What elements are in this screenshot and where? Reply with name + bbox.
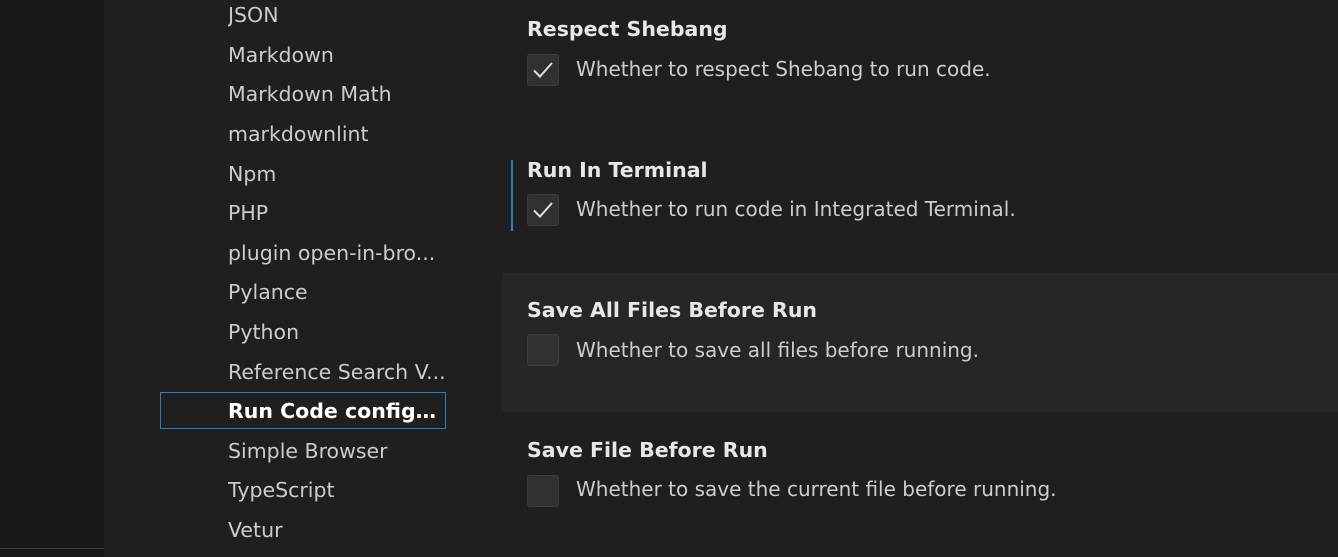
setting-description: Whether to save all files before running… xyxy=(576,338,979,362)
activity-bar xyxy=(0,0,104,557)
setting-description: Whether to run code in Integrated Termin… xyxy=(576,197,1016,221)
setting-title: Save File Before Run xyxy=(527,438,768,462)
setting-title: Save All Files Before Run xyxy=(527,298,818,322)
check-icon xyxy=(533,62,553,78)
toc-item-json[interactable]: JSON xyxy=(228,0,450,31)
check-icon xyxy=(533,202,553,218)
setting-title: Respect Shebang xyxy=(527,17,728,41)
respect-shebang-checkbox[interactable] xyxy=(527,54,559,86)
setting-save-all-files-before-run: Save All Files Before Run Whether to sav… xyxy=(502,273,1338,412)
setting-run-in-terminal: Run In Terminal Whether to run code in I… xyxy=(502,140,1338,270)
setting-respect-shebang: Respect Shebang Whether to respect Sheba… xyxy=(502,0,1338,130)
setting-description: Whether to save the current file before … xyxy=(576,477,1057,501)
save-file-checkbox[interactable] xyxy=(527,475,559,507)
settings-list: Respect Shebang Whether to respect Sheba… xyxy=(502,0,1338,557)
save-all-files-checkbox[interactable] xyxy=(527,334,559,366)
toc-item-reference-search[interactable]: Reference Search V... xyxy=(228,356,450,388)
toc-item-open-in-browser[interactable]: plugin open-in-bro... xyxy=(228,237,450,269)
focus-indicator xyxy=(511,160,513,231)
toc-item-pylance[interactable]: Pylance xyxy=(228,276,450,308)
toc-item-vetur[interactable]: Vetur xyxy=(228,514,450,546)
toc-item-markdown[interactable]: Markdown xyxy=(228,39,450,71)
settings-table-of-contents: JSON Markdown Markdown Math markdownlint… xyxy=(104,0,502,557)
toc-item-npm[interactable]: Npm xyxy=(228,158,450,190)
toc-item-php[interactable]: PHP xyxy=(228,197,450,229)
toc-item-python[interactable]: Python xyxy=(228,316,450,348)
toc-item-markdownlint[interactable]: markdownlint xyxy=(228,118,450,150)
toc-focus-outline xyxy=(160,392,446,429)
run-in-terminal-checkbox[interactable] xyxy=(527,194,559,226)
setting-save-file-before-run: Save File Before Run Whether to save the… xyxy=(502,420,1338,557)
setting-title: Run In Terminal xyxy=(527,158,708,182)
toc-item-simple-browser[interactable]: Simple Browser xyxy=(228,435,450,467)
setting-description: Whether to respect Shebang to run code. xyxy=(576,57,991,81)
divider xyxy=(0,548,104,549)
toc-item-typescript[interactable]: TypeScript xyxy=(228,474,450,506)
toc-item-markdown-math[interactable]: Markdown Math xyxy=(228,78,450,110)
